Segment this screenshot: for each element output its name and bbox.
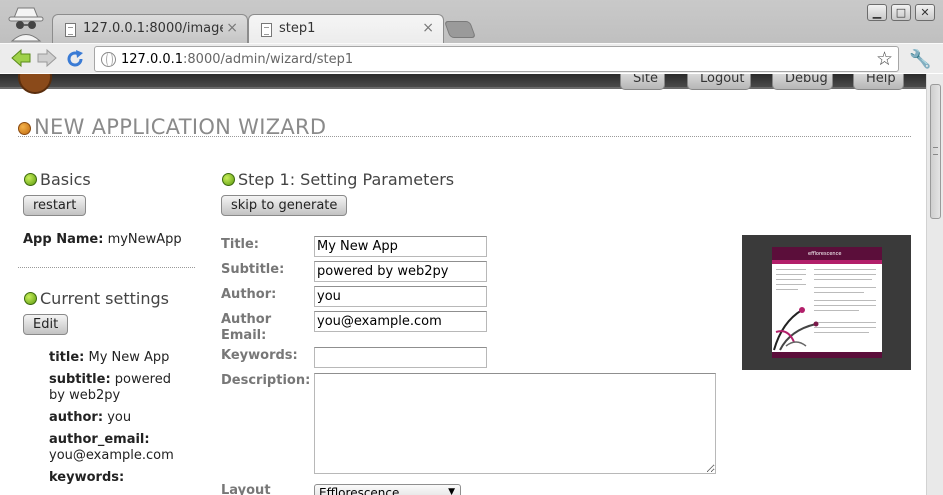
close-tab-icon[interactable]: × [226, 20, 238, 36]
title-label: Title: [221, 237, 260, 252]
preview-site: efflorescence [772, 247, 882, 358]
layout-label: Layout [221, 483, 271, 495]
green-bullet-icon [222, 173, 235, 186]
preview-line [776, 289, 798, 290]
wrench-icon[interactable]: 🔧 [909, 49, 931, 70]
url-text: 127.0.0.1:8000/admin/wizard/step1 [121, 52, 354, 67]
setting-title: title: My New App [49, 350, 170, 365]
current-settings-heading: Current settings [24, 289, 169, 308]
app-name-row: App Name: myNewApp [23, 232, 182, 247]
step-heading: Step 1: Setting Parameters [222, 170, 454, 189]
setting-subtitle: subtitle: powered by web2py [49, 372, 171, 403]
layout-preview-image: efflorescence [742, 235, 911, 370]
subtitle-input[interactable] [314, 261, 487, 282]
close-window-button[interactable]: ✕ [915, 4, 935, 21]
minimize-button[interactable]: ▁ [867, 4, 887, 21]
preview-line [814, 292, 864, 293]
app-topbar: Site Logout Debug Help [0, 74, 926, 94]
tab-title: 127.0.0.1:8000/images/det [83, 21, 223, 36]
tab-images[interactable]: 127.0.0.1:8000/images/det × [52, 14, 248, 44]
forward-icon[interactable] [36, 48, 58, 68]
restart-button[interactable]: restart [23, 195, 87, 216]
subtitle-label: Subtitle: [221, 262, 285, 277]
green-bullet-icon [24, 292, 37, 305]
page-scrollbar[interactable] [926, 74, 943, 495]
layout-selected-value: Efflorescence [319, 486, 400, 495]
scrollbar-thumb[interactable] [930, 84, 941, 219]
page-icon [261, 23, 272, 37]
setting-keywords: keywords: [49, 470, 125, 485]
author-email-input[interactable] [314, 311, 487, 332]
preview-line [776, 284, 806, 285]
keywords-input[interactable] [314, 347, 487, 368]
title-input[interactable] [314, 236, 487, 257]
preview-footer [772, 352, 882, 358]
page-icon [65, 23, 76, 37]
layout-select[interactable]: Efflorescence ▼ [314, 484, 461, 495]
nav-debug-button[interactable]: Debug [772, 74, 833, 90]
preview-line [814, 269, 876, 270]
reload-icon[interactable] [64, 48, 86, 70]
preview-line [776, 279, 802, 280]
preview-line [776, 274, 806, 275]
browser-toolbar: 127.0.0.1:8000/admin/wizard/step1 ☆ 🔧 [0, 43, 943, 73]
description-label: Description: [221, 373, 311, 388]
nav-help-button[interactable]: Help [853, 74, 904, 90]
star-icon[interactable]: ☆ [876, 48, 893, 70]
maximize-button[interactable]: □ [891, 4, 911, 21]
preview-brand: efflorescence [808, 251, 842, 257]
author-email-label: Author Email: [221, 312, 272, 343]
preview-nav [772, 260, 882, 264]
preview-line [814, 287, 876, 288]
preview-line [814, 274, 876, 275]
chevron-down-icon: ▼ [448, 487, 455, 495]
preview-line [776, 269, 806, 270]
setting-author-email: author_email: you@example.com [49, 432, 174, 463]
tab-step1[interactable]: step1 × [248, 14, 444, 44]
orange-bullet-icon [18, 122, 31, 135]
new-tab-button[interactable] [443, 21, 477, 38]
edit-button[interactable]: Edit [23, 314, 69, 335]
preview-line [814, 300, 876, 301]
title-divider [18, 136, 911, 137]
preview-line [814, 279, 872, 280]
description-textarea[interactable] [314, 373, 716, 474]
skip-to-generate-button[interactable]: skip to generate [221, 195, 348, 216]
sidebar-divider [18, 267, 195, 268]
keywords-label: Keywords: [221, 348, 298, 363]
web2py-logo [18, 74, 52, 94]
preview-flower-art [773, 307, 819, 351]
basics-heading: Basics [24, 170, 91, 189]
tab-title: step1 [279, 21, 316, 36]
author-input[interactable] [314, 286, 487, 307]
back-icon[interactable] [10, 48, 32, 68]
setting-author: author: you [49, 410, 132, 425]
browser-chrome: 127.0.0.1:8000/images/det × step1 × ▁ □ … [0, 0, 943, 73]
nav-logout-button[interactable]: Logout [687, 74, 751, 90]
address-bar[interactable]: 127.0.0.1:8000/admin/wizard/step1 ☆ [94, 46, 899, 72]
incognito-icon [8, 7, 44, 42]
page-viewport: Site Logout Debug Help NEW APPLICATION W… [0, 74, 926, 495]
close-tab-icon[interactable]: × [422, 20, 434, 36]
preview-header: efflorescence [772, 247, 882, 260]
globe-icon [101, 52, 116, 67]
nav-site-button[interactable]: Site [620, 74, 665, 90]
author-label: Author: [221, 287, 277, 302]
green-bullet-icon [24, 173, 37, 186]
